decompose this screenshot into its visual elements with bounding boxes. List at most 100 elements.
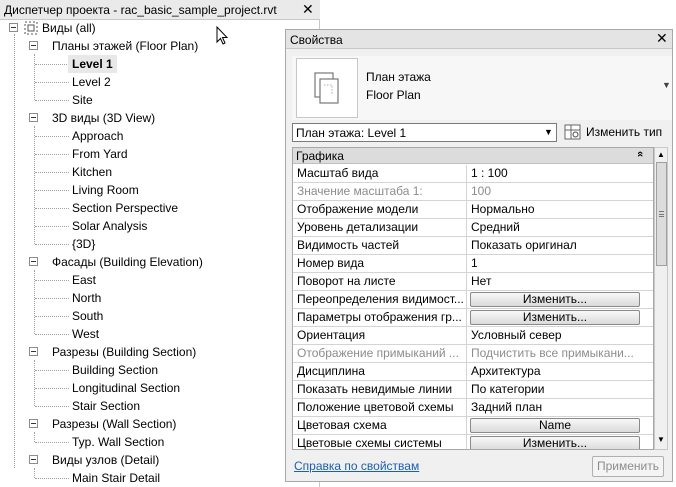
tree-line [34, 360, 35, 406]
group-header-label: Графика [296, 149, 344, 163]
tree-item-approach[interactable]: Approach [72, 127, 123, 145]
tree-item-typ-wall-section[interactable]: Typ. Wall Section [72, 433, 164, 451]
property-row[interactable]: Цветовая схема Name [293, 417, 653, 435]
property-edit-button[interactable]: Изменить... [470, 292, 640, 307]
expand-toggle[interactable] [29, 257, 38, 266]
property-value[interactable]: Архитектура [469, 363, 653, 381]
tree-line [34, 432, 35, 442]
collapse-icon[interactable]: « [634, 151, 646, 157]
tree-item-east[interactable]: East [72, 271, 96, 289]
property-row[interactable]: Показать невидимые линии По категории [293, 381, 653, 399]
property-value[interactable]: Нет [469, 273, 653, 291]
property-row[interactable]: Положение цветовой схемы Задний план [293, 399, 653, 417]
tree-item-solar-analysis[interactable]: Solar Analysis [72, 217, 147, 235]
tree-item-north[interactable]: North [72, 289, 101, 307]
tree-group-building-section[interactable]: Разрезы (Building Section) [52, 343, 196, 361]
tree-line [34, 54, 35, 100]
close-icon[interactable]: ✕ [302, 1, 314, 18]
tree-item-from-yard[interactable]: From Yard [72, 145, 128, 163]
tree-line [35, 82, 69, 83]
tree-group-wall-section[interactable]: Разрезы (Wall Section) [52, 415, 176, 433]
property-row[interactable]: Ориентация Условный север [293, 327, 653, 345]
expand-toggle[interactable] [29, 347, 38, 356]
tree-item-building-section[interactable]: Building Section [72, 361, 158, 379]
property-row: Значение масштаба 1: 100 [293, 183, 653, 201]
tree-line [35, 478, 69, 479]
property-row[interactable]: Уровень детализации Средний [293, 219, 653, 237]
property-edit-button[interactable]: Изменить... [470, 310, 640, 325]
type-selector[interactable]: План этажа Floor Plan ▼ [292, 56, 672, 120]
tree-item-living-room[interactable]: Living Room [72, 181, 139, 199]
type-name: Floor Plan [366, 88, 421, 102]
tree-group-detail[interactable]: Виды узлов (Detail) [52, 451, 159, 469]
property-edit-button[interactable]: Name [470, 418, 640, 433]
tree-line [35, 208, 69, 209]
tree-group-3d-view[interactable]: 3D виды (3D View) [52, 109, 155, 127]
property-row[interactable]: Цветовые схемы системы Изменить... [293, 435, 653, 449]
dropdown-arrow-icon[interactable]: ▼ [662, 80, 671, 90]
cursor-icon [216, 26, 229, 45]
tree-root-views[interactable]: Виды (all) [42, 19, 96, 37]
edit-type-icon [564, 124, 581, 140]
expand-toggle[interactable] [9, 23, 18, 32]
property-row[interactable]: Переопределения видимост... Изменить... [293, 291, 653, 309]
tree-line [35, 100, 69, 101]
tree-line [35, 298, 69, 299]
tree-item-stair-section[interactable]: Stair Section [72, 397, 140, 415]
apply-button[interactable]: Применить [592, 456, 664, 477]
scroll-up-icon[interactable]: ▲ [657, 150, 665, 159]
type-preview [296, 58, 358, 118]
property-row[interactable]: Видимость частей Показать оригинал [293, 237, 653, 255]
group-header-graphics[interactable]: Графика « [293, 148, 653, 164]
close-icon[interactable]: ✕ [656, 30, 668, 47]
property-edit-button[interactable]: Изменить... [470, 436, 640, 449]
property-value[interactable]: По категории [469, 381, 653, 399]
property-value[interactable]: 1 : 100 [469, 165, 653, 183]
scroll-down-icon[interactable]: ▼ [657, 435, 665, 444]
tree-item-site[interactable]: Site [72, 91, 93, 109]
properties-help-link[interactable]: Справка по свойствам [294, 459, 419, 473]
tree-item-west[interactable]: West [72, 325, 99, 343]
tree-item-level-2[interactable]: Level 2 [72, 73, 111, 91]
property-name: Переопределения видимост... [293, 291, 467, 309]
expand-toggle[interactable] [29, 113, 38, 122]
property-name: Ориентация [293, 327, 467, 345]
properties-titlebar: Свойства ✕ [286, 30, 672, 49]
property-name: Цветовая схема [293, 417, 467, 435]
tree-group-building-elevation[interactable]: Фасады (Building Elevation) [52, 253, 203, 271]
property-row: Отображение примыканий ... Подчистить все… [293, 345, 653, 363]
property-name: Отображение модели [293, 201, 467, 219]
property-value[interactable]: Средний [469, 219, 653, 237]
tree-item-section-perspective[interactable]: Section Perspective [72, 199, 178, 217]
tree-item-3d[interactable]: {3D} [72, 235, 95, 253]
tree-item-main-stair-detail[interactable]: Main Stair Detail [72, 469, 160, 487]
property-row[interactable]: Отображение модели Нормально [293, 201, 653, 219]
property-row[interactable]: Масштаб вида 1 : 100 [293, 165, 653, 183]
tree-item-level-1[interactable]: Level 1 [68, 55, 117, 73]
instance-filter-dropdown[interactable]: План этажа: Level 1 ▼ [292, 123, 557, 142]
property-value[interactable]: Задний план [469, 399, 653, 417]
tree-group-floor-plan[interactable]: Планы этажей (Floor Plan) [52, 37, 198, 55]
property-value[interactable]: Показать оригинал [469, 237, 653, 255]
expand-toggle[interactable] [29, 455, 38, 464]
property-value[interactable]: Нормально [469, 201, 653, 219]
property-name: Цветовые схемы системы [293, 435, 467, 449]
type-family-name: План этажа [366, 70, 431, 84]
property-value[interactable]: 1 [469, 255, 653, 273]
views-icon [24, 21, 38, 35]
scrollbar-thumb[interactable] [656, 162, 667, 266]
tree-item-south[interactable]: South [72, 307, 103, 325]
property-value[interactable]: Условный север [469, 327, 653, 345]
expand-toggle[interactable] [29, 419, 38, 428]
tree-item-kitchen[interactable]: Kitchen [72, 163, 112, 181]
property-name: Номер вида [293, 255, 467, 273]
expand-toggle[interactable] [29, 41, 38, 50]
edit-type-button[interactable]: Изменить тип [562, 122, 668, 143]
tree-line [35, 154, 69, 155]
property-row[interactable]: Поворот на листе Нет [293, 273, 653, 291]
vertical-scrollbar[interactable]: ▲ ▼ [654, 147, 668, 450]
property-row[interactable]: Дисциплина Архитектура [293, 363, 653, 381]
tree-item-longitudinal-section[interactable]: Longitudinal Section [72, 379, 180, 397]
property-row[interactable]: Параметры отображения гр... Изменить... [293, 309, 653, 327]
property-row[interactable]: Номер вида 1 [293, 255, 653, 273]
